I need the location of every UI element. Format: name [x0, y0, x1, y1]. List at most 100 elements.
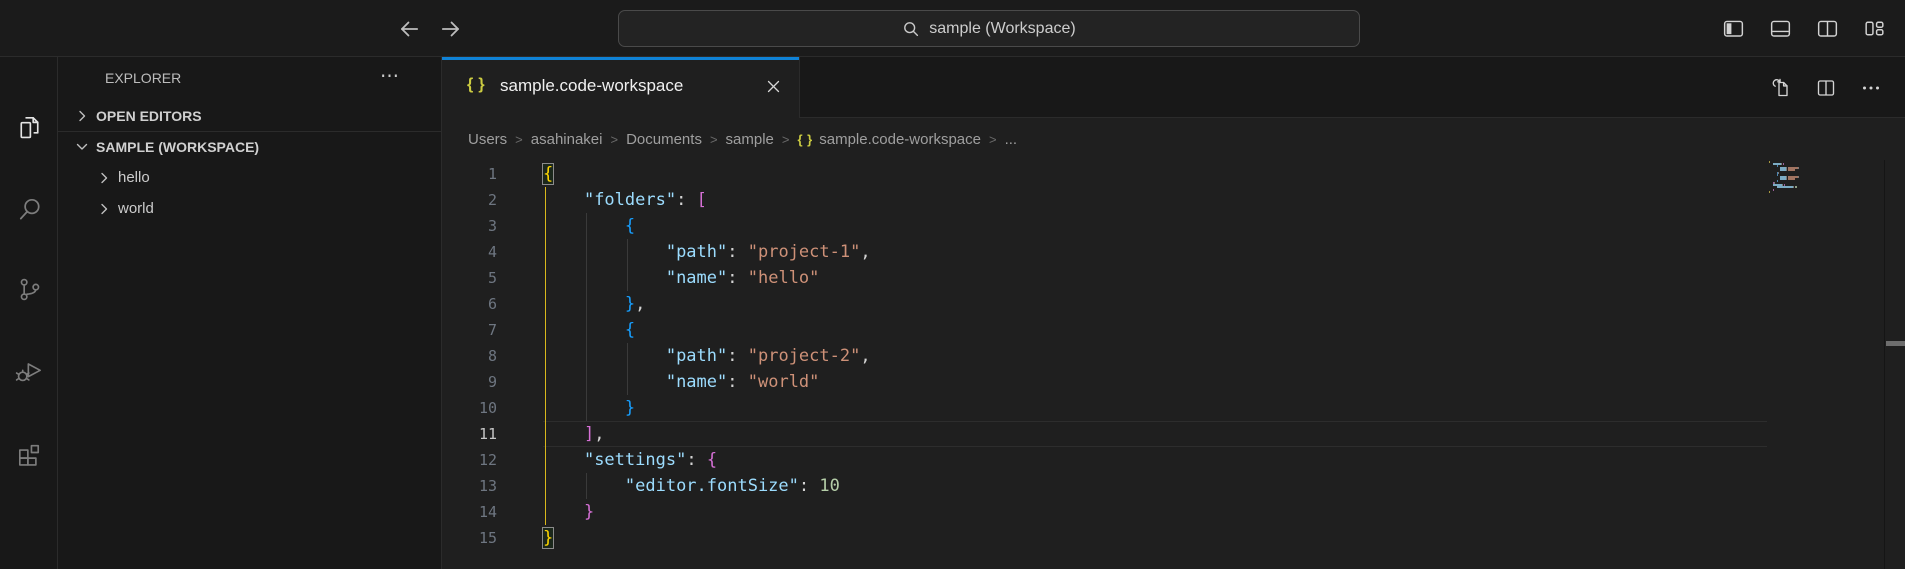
code-line[interactable]: 12 "settings": { — [442, 447, 1905, 473]
code-text: "path": "project-2", — [665, 346, 871, 366]
tree-item-world[interactable]: world — [58, 193, 441, 224]
breadcrumb-label: sample.code-workspace — [819, 130, 981, 148]
extensions-icon — [14, 437, 45, 473]
tab-bar: { } sample.code-workspace — [442, 57, 1905, 119]
code-text: "folders": [ — [583, 190, 707, 210]
search-icon — [902, 20, 920, 38]
split-editor-icon[interactable] — [1814, 76, 1838, 100]
line-number: 12 — [478, 451, 497, 469]
code-line[interactable]: 2 "folders": [ — [442, 187, 1905, 213]
line-number: 8 — [487, 347, 497, 365]
breadcrumb-item[interactable]: { } sample.code-workspace — [798, 131, 981, 148]
line-number: 2 — [487, 191, 497, 209]
navigate-back-icon[interactable] — [396, 16, 422, 42]
activity-item-extensions[interactable] — [0, 425, 58, 485]
code-text: { — [624, 216, 636, 236]
tab-label: sample.code-workspace — [500, 76, 684, 95]
explorer-more-actions-icon[interactable]: ⋯ — [380, 65, 401, 88]
code-text: ], — [583, 424, 605, 444]
sidebar-title: EXPLORER — [105, 70, 182, 86]
code-text: "settings": { — [583, 450, 718, 470]
breadcrumb-separator-icon: > — [610, 131, 619, 147]
breadcrumb-item[interactable]: sample — [726, 131, 774, 148]
code-line[interactable]: 9 "name": "world" — [442, 369, 1905, 395]
command-center-label: sample (Workspace) — [929, 19, 1076, 37]
breadcrumb-item[interactable]: Users — [468, 131, 507, 148]
activity-item-explorer[interactable] — [0, 100, 58, 160]
more-actions-icon[interactable] — [1859, 76, 1883, 100]
breadcrumb-separator-icon: > — [515, 131, 523, 147]
workbench: EXPLORER ⋯ OPEN EDITORS SAMPLE (WORKSPACE… — [0, 57, 1905, 569]
code-text: { — [541, 163, 555, 185]
code-line[interactable]: 3 { — [442, 213, 1905, 239]
activity-item-source-control[interactable] — [0, 262, 58, 322]
code-line[interactable]: 1{ — [442, 161, 1905, 187]
code-line[interactable]: 7 { — [442, 317, 1905, 343]
breadcrumb-label: sample — [725, 130, 774, 148]
toggle-primary-sidebar-icon[interactable] — [1721, 16, 1746, 41]
tab-sample-code-workspace[interactable]: { } sample.code-workspace — [442, 57, 800, 119]
overview-ruler-scrollbar[interactable] — [1884, 160, 1905, 569]
layout-controls — [1721, 0, 1887, 57]
breadcrumb: Users > asahinakei > Documents > sample > { } sam… — [442, 118, 1905, 160]
code-line[interactable]: 6 }, — [442, 291, 1905, 317]
activity-bar — [0, 57, 58, 569]
code-line[interactable]: 15} — [442, 525, 1905, 551]
section-sample-workspace[interactable]: SAMPLE (WORKSPACE) — [58, 131, 441, 162]
line-number: 14 — [478, 503, 497, 521]
line-number: 13 — [478, 477, 497, 495]
code-text: } — [541, 527, 555, 549]
breadcrumb-item[interactable]: asahinakei — [531, 131, 603, 148]
folder-label: hello — [118, 169, 150, 186]
line-number: 10 — [478, 399, 497, 417]
json-file-icon: { } — [467, 76, 486, 93]
code-line[interactable]: 10 } — [442, 395, 1905, 421]
activity-item-search[interactable] — [0, 182, 58, 242]
code-line[interactable]: 11 ], — [442, 421, 1905, 447]
explorer-icon — [14, 112, 45, 148]
code-line[interactable]: 14 } — [442, 499, 1905, 525]
code-text: "name": "world" — [665, 372, 820, 392]
breadcrumb-separator-icon: > — [709, 131, 718, 147]
tree-item-hello[interactable]: hello — [58, 162, 441, 193]
code-editor[interactable]: 1{2 "folders": [3 {4 "path": "project-1"… — [442, 160, 1905, 569]
tab-close-icon[interactable] — [761, 74, 785, 98]
chevron-right-icon — [96, 170, 112, 186]
code-line[interactable]: 8 "path": "project-2", — [442, 343, 1905, 369]
activity-item-run-debug[interactable] — [0, 343, 58, 403]
minimap[interactable] — [1769, 160, 1881, 569]
code-line[interactable]: 5 "name": "hello" — [442, 265, 1905, 291]
customize-layout-icon[interactable] — [1862, 16, 1887, 41]
editor-actions — [1769, 57, 1883, 118]
breadcrumb-item[interactable]: ... — [1005, 131, 1018, 148]
breadcrumb-label: ... — [1004, 130, 1018, 148]
sidebar-header: EXPLORER ⋯ — [58, 57, 441, 100]
breadcrumb-label: asahinakei — [530, 130, 603, 148]
line-number: 1 — [487, 165, 497, 183]
line-number: 5 — [487, 269, 497, 287]
section-open-editors[interactable]: OPEN EDITORS — [58, 100, 441, 131]
code-line[interactable]: 13 "editor.fontSize": 10 — [442, 473, 1905, 499]
run-debug-icon — [14, 355, 45, 391]
toggle-panel-icon[interactable] — [1768, 16, 1793, 41]
json-file-icon: { } — [797, 131, 814, 147]
breadcrumb-separator-icon: > — [988, 131, 997, 147]
source-control-icon — [14, 274, 45, 310]
section-label: OPEN EDITORS — [96, 107, 202, 124]
title-bar: sample (Workspace) — [0, 0, 1905, 57]
command-center-search[interactable]: sample (Workspace) — [618, 10, 1360, 47]
section-label: SAMPLE (WORKSPACE) — [96, 139, 260, 155]
toggle-secondary-sidebar-icon[interactable] — [1815, 16, 1840, 41]
chevron-right-icon — [74, 108, 90, 124]
code-text: "path": "project-1", — [665, 242, 871, 262]
code-line[interactable]: 4 "path": "project-1", — [442, 239, 1905, 265]
breadcrumb-item[interactable]: Documents — [626, 131, 702, 148]
breadcrumb-label: Documents — [626, 130, 702, 148]
open-changes-icon[interactable] — [1769, 76, 1793, 100]
breadcrumb-separator-icon: > — [781, 131, 790, 147]
cursor-position-marker — [1886, 341, 1905, 346]
vscode-window: sample (Workspace) EXPLORER ⋯ OPEN EDITO… — [0, 0, 1905, 569]
line-number: 11 — [478, 425, 497, 443]
navigate-forward-icon[interactable] — [438, 16, 464, 42]
chevron-down-icon — [74, 139, 90, 155]
